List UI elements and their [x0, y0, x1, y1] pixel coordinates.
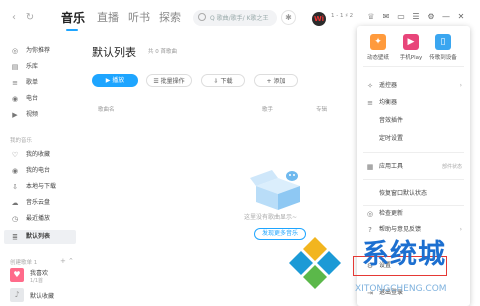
playlist-count: 1/1首	[30, 278, 44, 284]
menu-divider	[363, 179, 464, 180]
transfer-device-label: 传歌到设备	[429, 55, 457, 61]
wallpaper-icon[interactable]: ✦	[370, 34, 386, 50]
watermark-logo-icon	[289, 237, 341, 289]
avatar[interactable]: Wi	[312, 12, 326, 26]
menu-item-sound-plugins[interactable]: 音效插件	[357, 114, 470, 128]
chevron-right-icon: ›	[459, 226, 462, 233]
menu-divider	[363, 205, 464, 206]
sidebar-item-radio[interactable]: ◉ 电台	[4, 92, 76, 106]
equalizer-icon: ≡	[367, 99, 373, 107]
video-icon: ▶	[12, 111, 18, 119]
batch-button[interactable]: ☰ 批量操作	[146, 74, 192, 87]
playlist-name[interactable]: 我喜欢	[30, 268, 48, 277]
recommend-icon: ◎	[11, 47, 19, 55]
cloud-icon: ☁	[11, 199, 19, 207]
search-placeholder: Q 歌曲/歌手/ K歌之王	[210, 15, 269, 22]
menu-divider	[363, 66, 464, 67]
sidebar-item-favorites[interactable]: ♡ 我的收藏	[4, 148, 76, 162]
section-created-playlists: 创建歌单 1	[10, 260, 38, 266]
add-playlist-icon[interactable]: +	[60, 257, 66, 265]
play-all-button[interactable]: ▶ 播放	[92, 74, 138, 87]
collapse-icon[interactable]: ⌃	[68, 257, 74, 265]
playlist-icon: ≡	[12, 79, 18, 87]
cover-icon: ♪	[10, 288, 24, 302]
menu-item-restore-window[interactable]: 恢复窗口默认状态	[357, 187, 470, 201]
mail-icon[interactable]: ✉	[381, 12, 391, 22]
clock-icon: ◷	[11, 215, 19, 223]
minimize-icon[interactable]: —	[441, 12, 451, 22]
sidebar-item-library[interactable]: ▤ 乐库	[4, 60, 76, 74]
batch-icon: ☰	[153, 78, 161, 85]
update-icon: ◎	[366, 210, 374, 218]
heart-icon: ♡	[11, 151, 19, 159]
app-tools-hint: 部件状态	[441, 164, 462, 170]
column-album[interactable]: 专辑	[316, 105, 327, 113]
grid-icon: ▦	[366, 163, 374, 171]
library-icon: ▤	[11, 63, 19, 71]
sidebar-item-playlists[interactable]: ≡ 歌单	[4, 76, 76, 90]
sidebar-item-recommend[interactable]: ◎ 为你推荐	[4, 44, 76, 58]
back-icon[interactable]: ‹	[8, 12, 20, 24]
tab-audiobook[interactable]: 听书	[128, 11, 150, 25]
chevron-right-icon: ›	[459, 82, 462, 89]
sidebar-item-cloud[interactable]: ☁ 音乐云盘	[4, 196, 76, 210]
tab-explore[interactable]: 探索	[159, 11, 181, 25]
refresh-icon[interactable]: ↻	[24, 12, 36, 24]
list-icon: ≣	[12, 233, 18, 241]
sidebar-item-my-radio[interactable]: ◉ 我的电台	[4, 164, 76, 178]
column-singer[interactable]: 歌手	[262, 105, 273, 113]
menu-item-remote[interactable]: ✧ 遥控器 ›	[357, 79, 470, 93]
empty-box-icon	[250, 170, 300, 210]
search-icon	[198, 13, 206, 21]
phone-play-label: 手机Play	[399, 55, 423, 61]
sidebar-item-local-download[interactable]: ⇩ 本地与下载	[4, 180, 76, 194]
sidebar-item-recent[interactable]: ◷ 最近播放	[4, 212, 76, 226]
download-icon: ⇩	[12, 183, 18, 191]
song-count: 共 0 首歌曲	[148, 49, 177, 55]
watermark-url: XITONGCHENG.COM	[355, 284, 447, 294]
section-my-music: 我的音乐	[10, 138, 33, 144]
menu-item-app-tools[interactable]: ▦ 应用工具 部件状态	[357, 160, 470, 174]
phone-play-icon[interactable]: ▶	[403, 34, 419, 50]
wallpaper-label: 动态壁纸	[366, 55, 389, 61]
voice-search-icon[interactable]: ✱	[281, 10, 296, 25]
add-button[interactable]: + 添加	[254, 74, 298, 87]
window-controls: ♕ ✉ ▭ ☰ ⚙ — ✕	[366, 12, 476, 24]
settings-icon[interactable]: ⚙	[426, 12, 436, 22]
empty-message: 这里没有歌曲显示~	[244, 214, 298, 221]
user-level: 1 - 1 ♯ 2	[331, 13, 354, 19]
download-button[interactable]: ⇩ 下载	[201, 74, 245, 87]
close-icon[interactable]: ✕	[456, 12, 466, 22]
transfer-device-icon[interactable]: ▯	[435, 34, 451, 50]
skin-icon[interactable]: ♕	[366, 12, 376, 22]
tab-live[interactable]: 直播	[97, 11, 119, 25]
remote-icon: ✧	[367, 82, 373, 90]
heart-cover-icon: ♥	[10, 268, 24, 282]
mini-mode-icon[interactable]: ▭	[396, 12, 406, 22]
menu-item-equalizer[interactable]: ≡ 均衡器	[357, 96, 470, 110]
sidebar-item-default-list[interactable]: ≣ 默认列表	[4, 230, 76, 244]
radio-icon: ◉	[11, 95, 19, 103]
playlist-name-2[interactable]: 默认收藏	[30, 291, 54, 300]
watermark-text: 系统城	[362, 239, 446, 270]
sidebar-item-video[interactable]: ▶ 视频	[4, 108, 76, 122]
page-title: 默认列表	[92, 46, 136, 59]
menu-item-timer[interactable]: 定时设置	[357, 132, 470, 146]
column-song[interactable]: 歌曲名	[98, 105, 115, 113]
search-input[interactable]: Q 歌曲/歌手/ K歌之王	[193, 10, 277, 26]
tab-music[interactable]: 音乐	[61, 11, 85, 25]
menu-icon[interactable]: ☰	[411, 12, 421, 22]
menu-divider	[363, 152, 464, 153]
tab-underline	[66, 29, 78, 31]
menu-item-check-update[interactable]: ◎ 检查更新	[357, 207, 470, 221]
radio-icon: ◉	[11, 167, 19, 175]
